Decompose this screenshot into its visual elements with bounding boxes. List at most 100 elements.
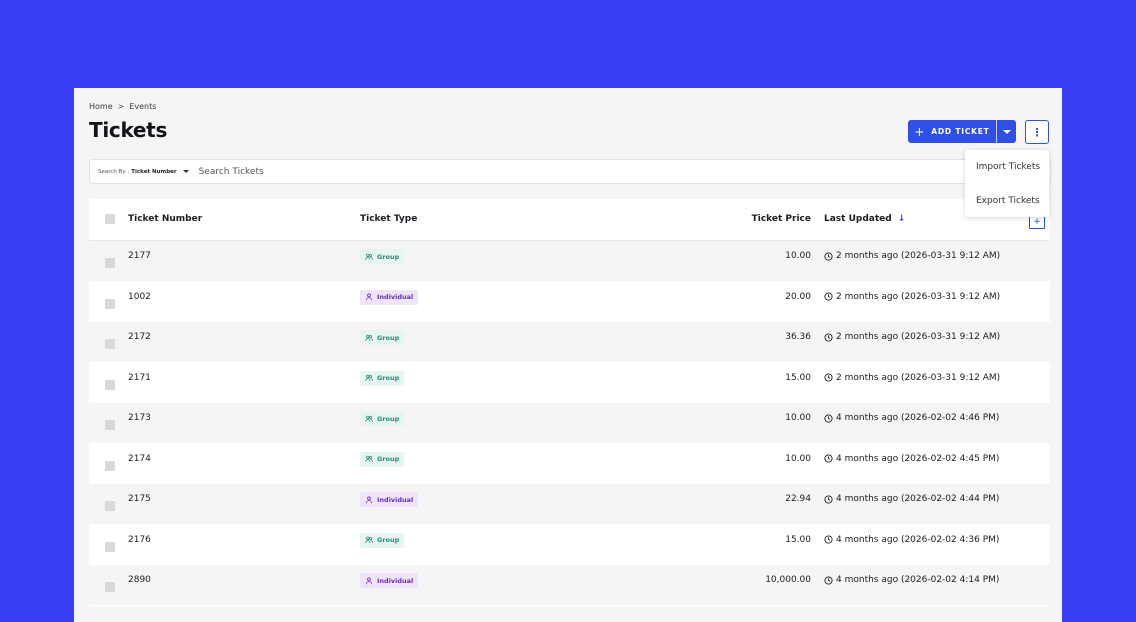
- ticket-number[interactable]: 1002: [128, 292, 151, 302]
- last-updated: 2 months ago (2026-03-31 9:12 AM): [824, 332, 1000, 342]
- search-by-value: Ticket Number: [131, 168, 177, 175]
- table-row[interactable]: 2171 Group 15.00 2 months ago (2026-03-31 9…: [89, 362, 1050, 403]
- last-updated: 2 months ago (2026-03-31 9:12 AM): [824, 292, 1000, 302]
- table-row[interactable]: 2173 Group 10.00 4 months ago (2026-02-02 4…: [89, 403, 1050, 444]
- tickets-table: Ticket Number Ticket Type Ticket Price L…: [89, 199, 1050, 606]
- ticket-price: 10.00: [785, 413, 811, 423]
- last-updated: 4 months ago (2026-02-02 4:36 PM): [824, 535, 999, 545]
- row-checkbox[interactable]: [105, 339, 115, 349]
- header-ticket-number[interactable]: Ticket Number: [128, 214, 202, 224]
- table-row[interactable]: 1002 Individual 20.00 2 months ago (2026-03…: [89, 281, 1050, 322]
- ticket-type-label: Individual: [377, 576, 414, 585]
- breadcrumb-separator: >: [117, 102, 125, 111]
- user-icon: [365, 293, 373, 301]
- breadcrumb-home[interactable]: Home: [89, 102, 113, 111]
- select-all-checkbox[interactable]: [105, 214, 115, 224]
- ticket-type-badge: Group: [360, 411, 405, 426]
- clock-icon: [824, 454, 833, 463]
- ticket-number[interactable]: 2177: [128, 251, 151, 261]
- ticket-number[interactable]: 2176: [128, 535, 151, 545]
- ticket-type-label: Individual: [377, 293, 414, 301]
- table-row[interactable]: 2176 Group 15.00 4 months ago (2026-02-02 4…: [89, 524, 1050, 565]
- last-updated-text: 4 months ago (2026-02-02 4:46 PM): [836, 413, 1000, 423]
- table-row[interactable]: 2174 Group 10.00 4 months ago (2026-02-02 4…: [89, 443, 1050, 484]
- breadcrumb: Home > Events: [89, 102, 156, 111]
- ticket-number[interactable]: 2172: [128, 332, 151, 342]
- header-ticket-price[interactable]: Ticket Price: [752, 214, 811, 224]
- table-row[interactable]: 2172 Group 36.36 2 months ago (2026-03-31 9…: [89, 322, 1050, 363]
- ticket-price: 36.36: [785, 332, 811, 342]
- ticket-price: 20.00: [785, 291, 811, 302]
- ticket-type-badge: Individual: [360, 289, 419, 305]
- row-checkbox[interactable]: [105, 298, 115, 309]
- row-checkbox[interactable]: [105, 258, 115, 268]
- ticket-number[interactable]: 2890: [128, 575, 151, 585]
- row-checkbox[interactable]: [105, 501, 115, 511]
- group-icon: [365, 455, 373, 463]
- breadcrumb-current[interactable]: Events: [129, 102, 156, 111]
- more-options-menu: Import Tickets Export Tickets: [965, 150, 1049, 217]
- ticket-type-badge: Group: [360, 249, 405, 264]
- plus-icon: +: [914, 124, 926, 139]
- last-updated: 4 months ago (2026-02-02 4:44 PM): [824, 494, 999, 504]
- last-updated: 4 months ago (2026-02-02 4:45 PM): [824, 454, 999, 464]
- ticket-price: 15.00: [785, 534, 811, 545]
- add-ticket-button[interactable]: + ADD TICKET: [908, 120, 996, 143]
- ticket-type-label: Individual: [377, 495, 414, 504]
- user-icon: [365, 496, 373, 504]
- header-last-updated[interactable]: Last Updated ↓: [824, 214, 905, 224]
- row-checkbox[interactable]: [105, 420, 115, 430]
- last-updated: 2 months ago (2026-03-31 9:12 AM): [824, 251, 1000, 261]
- ticket-type-label: Group: [377, 414, 400, 423]
- ticket-number[interactable]: 2173: [128, 413, 151, 423]
- menu-item-export-tickets[interactable]: Export Tickets: [976, 196, 1040, 206]
- ticket-price: 10.00: [785, 251, 811, 261]
- ticket-price: 10,000.00: [765, 575, 811, 585]
- last-updated-text: 2 months ago (2026-03-31 9:12 AM): [836, 251, 1001, 261]
- ticket-number[interactable]: 2171: [128, 373, 151, 383]
- search-by-select[interactable]: Search By : Ticket Number: [98, 169, 189, 175]
- last-updated-text: 4 months ago (2026-02-02 4:44 PM): [836, 494, 1000, 504]
- add-ticket-split-button: + ADD TICKET: [908, 120, 1016, 143]
- clock-icon: [824, 373, 833, 382]
- clock-icon: [824, 413, 833, 423]
- last-updated: 2 months ago (2026-03-31 9:12 AM): [824, 373, 1000, 383]
- ticket-price: 15.00: [785, 372, 811, 383]
- clock-icon: [824, 494, 833, 504]
- page-title: Tickets: [89, 118, 168, 142]
- search-input[interactable]: [198, 166, 799, 177]
- chevron-down-icon: [1002, 129, 1011, 134]
- sort-down-icon: ↓: [897, 214, 906, 224]
- add-column-button[interactable]: +: [1029, 216, 1045, 229]
- row-checkbox[interactable]: [105, 541, 115, 552]
- table-row[interactable]: 2890 Individual 10,000.00 4 months ago (202…: [89, 565, 1050, 606]
- table-row[interactable]: 2175 Individual 22.94 4 months ago (2026-02…: [89, 484, 1050, 525]
- ticket-number[interactable]: 2174: [128, 454, 151, 464]
- row-checkbox[interactable]: [105, 379, 115, 390]
- ticket-type-badge: Group: [360, 451, 405, 467]
- group-icon: [365, 374, 373, 382]
- row-checkbox[interactable]: [105, 460, 115, 471]
- last-updated-text: 4 months ago (2026-02-02 4:45 PM): [836, 453, 1000, 464]
- clock-icon: [824, 292, 833, 301]
- ticket-type-label: Group: [377, 333, 400, 342]
- header-last-updated-label: Last Updated: [824, 214, 892, 224]
- table-body: 2177 Group 10.00 2 months ago (2026-03-31 9…: [89, 241, 1050, 606]
- clock-icon: [824, 535, 833, 544]
- menu-item-import-tickets[interactable]: Import Tickets: [976, 162, 1040, 172]
- last-updated-text: 4 months ago (2026-02-02 4:36 PM): [836, 534, 1000, 545]
- row-checkbox[interactable]: [105, 582, 115, 592]
- more-options-button[interactable]: ⋮: [1025, 120, 1049, 144]
- app-window: Home > Events Tickets + ADD TICKET ⋮ Imp…: [74, 88, 1062, 622]
- clock-icon: [824, 251, 833, 261]
- table-row[interactable]: 2177 Group 10.00 2 months ago (2026-03-31 9…: [89, 241, 1050, 282]
- table-header: Ticket Number Ticket Type Ticket Price L…: [89, 199, 1050, 241]
- group-icon: [365, 536, 373, 544]
- search-bar: Search By : Ticket Number: [89, 159, 1051, 184]
- ticket-type-badge: Group: [360, 532, 405, 548]
- last-updated: 4 months ago (2026-02-02 4:14 PM): [824, 575, 999, 585]
- last-updated-text: 2 months ago (2026-03-31 9:12 AM): [836, 372, 1001, 383]
- add-ticket-dropdown-button[interactable]: [996, 120, 1016, 143]
- header-ticket-type[interactable]: Ticket Type: [360, 214, 417, 224]
- ticket-number[interactable]: 2175: [128, 494, 151, 504]
